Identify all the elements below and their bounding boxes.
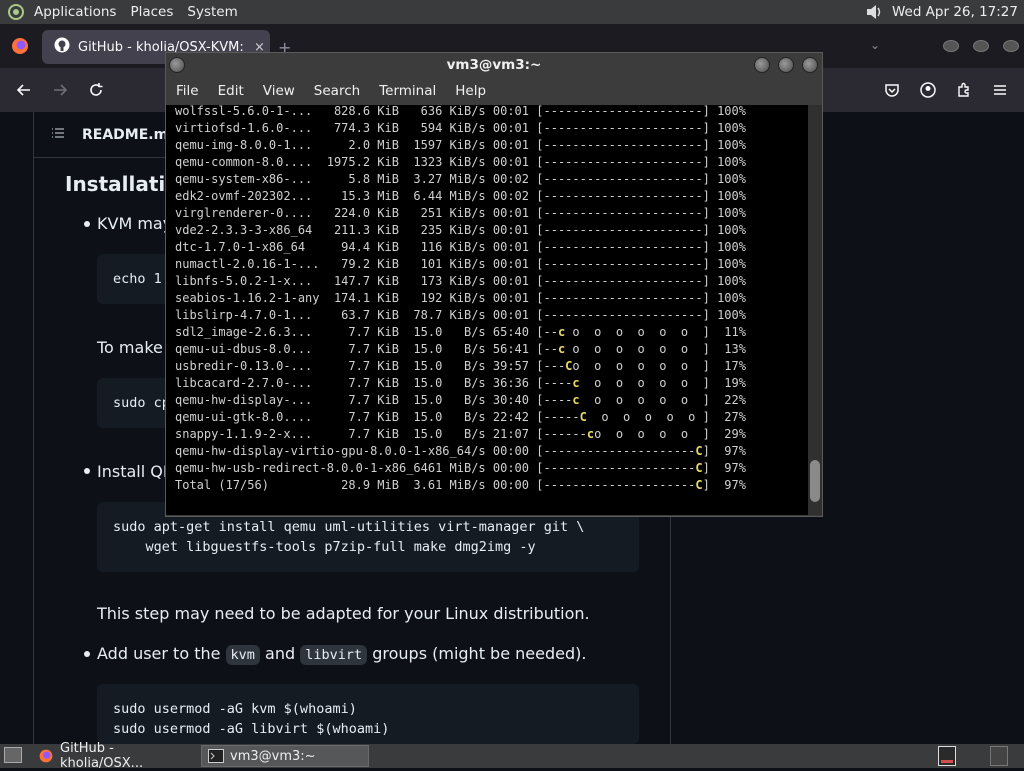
terminal-line: numactl-2.0.16-1-... 79.2 KiB 101 KiB/s … — [175, 257, 746, 271]
terminal-title: vm3@vm3:~ — [446, 57, 542, 73]
firefox-icon[interactable] — [10, 36, 30, 60]
bullet — [84, 221, 90, 227]
terminal-window-menu-button[interactable] — [169, 57, 185, 73]
terminal-menu-terminal[interactable]: Terminal — [379, 83, 436, 99]
firefox-icon — [38, 748, 54, 764]
libvirt-inline-code: libvirt — [300, 645, 368, 665]
kvm-inline-code: kvm — [225, 645, 260, 665]
terminal-line: qemu-hw-display-... 7.7 KiB 15.0 B/s 30:… — [175, 393, 746, 407]
back-arrow-icon[interactable] — [10, 76, 38, 104]
terminal-line: qemu-hw-display-virtio-gpu-8.0.0-1-x86_6… — [175, 444, 746, 458]
browser-maximize-button[interactable] — [973, 40, 989, 52]
terminal-window[interactable]: vm3@vm3:~ File Edit View Search Terminal… — [165, 52, 823, 517]
terminal-menu-help[interactable]: Help — [455, 83, 486, 99]
and-text: and — [265, 644, 296, 663]
terminal-line: qemu-ui-dbus-8.0... 7.7 KiB 15.0 B/s 56:… — [175, 342, 746, 356]
terminal-line: qemu-img-8.0.0-1... 2.0 MiB 1597 KiB/s 0… — [175, 138, 746, 152]
terminal-line: seabios-1.16.2-1-any 174.1 KiB 192 KiB/s… — [175, 291, 746, 305]
distro-logo-icon[interactable] — [5, 3, 27, 21]
terminal-maximize-button[interactable] — [778, 57, 794, 73]
bullet — [84, 468, 90, 474]
top-panel: Applications Places System Wed Apr 26, 1… — [0, 0, 1024, 24]
to-make-text: To make t — [97, 338, 175, 357]
terminal-line: edk2-ovmf-202302... 15.3 MiB 6.44 MiB/s … — [175, 189, 746, 203]
terminal-line: sdl2_image-2.6.3... 7.7 KiB 15.0 B/s 65:… — [175, 325, 746, 339]
terminal-output: wolfssl-5.6.0-1-... 828.6 KiB 636 KiB/s … — [175, 105, 746, 494]
groups-suffix: groups (might be needed). — [372, 644, 587, 663]
extensions-icon[interactable] — [950, 76, 978, 104]
outline-list-icon[interactable] — [50, 125, 66, 145]
terminal-menu-edit[interactable]: Edit — [218, 83, 244, 99]
trash-icon[interactable] — [990, 746, 1008, 766]
bullet — [84, 651, 90, 657]
terminal-close-button[interactable] — [802, 57, 818, 73]
terminal-screen[interactable]: wolfssl-5.6.0-1-... 828.6 KiB 636 KiB/s … — [166, 105, 808, 515]
terminal-menu-view[interactable]: View — [263, 83, 295, 99]
terminal-line: libcacard-2.7.0-... 7.7 KiB 15.0 B/s 36:… — [175, 376, 746, 390]
terminal-scrollbar[interactable] — [808, 105, 822, 515]
volume-icon[interactable] — [864, 3, 884, 21]
taskbar-item-firefox[interactable]: GitHub - kholia/OSX... — [32, 741, 200, 771]
terminal-line: libslirp-4.7.0-1... 63.7 KiB 78.7 KiB/s … — [175, 308, 746, 322]
terminal-line: qemu-system-x86-... 5.8 MiB 3.27 MiB/s 0… — [175, 172, 746, 186]
terminal-line: usbredir-0.13.0-... 7.7 KiB 15.0 B/s 39:… — [175, 359, 746, 373]
browser-minimize-button[interactable] — [943, 40, 959, 52]
taskbar-item-label: GitHub - kholia/OSX... — [60, 741, 144, 771]
terminal-menu-file[interactable]: File — [176, 83, 199, 99]
terminal-line: qemu-common-8.0.... 1975.2 KiB 1323 KiB/… — [175, 155, 746, 169]
terminal-minimize-button[interactable] — [754, 57, 770, 73]
taskbar-item-label: vm3@vm3:~ — [230, 748, 316, 764]
terminal-titlebar[interactable]: vm3@vm3:~ — [166, 53, 822, 77]
menu-applications[interactable]: Applications — [34, 4, 124, 20]
adapt-text: This step may need to be adapted for you… — [97, 604, 590, 623]
terminal-icon — [208, 749, 224, 763]
add-user-prefix: Add user to the — [97, 644, 221, 663]
forward-arrow-icon[interactable] — [46, 76, 74, 104]
terminal-line: qemu-hw-usb-redirect-8.0.0-1-x86_6461 Mi… — [175, 461, 746, 475]
terminal-line: libnfs-5.0.2-1-x... 147.7 KiB 173 KiB/s … — [175, 274, 746, 288]
kvm-text: KVM may — [97, 214, 173, 233]
tab-list-chevron-icon[interactable]: ⌄ — [870, 38, 880, 52]
code-block-usermod: sudo usermod -aG kvm $(whoami) sudo user… — [97, 684, 639, 744]
taskbar-item-terminal[interactable]: vm3@vm3:~ — [201, 745, 369, 767]
terminal-line: Total (17/56) 28.9 MiB 3.61 MiB/s 00:00 … — [175, 478, 746, 492]
terminal-line: wolfssl-5.6.0-1-... 828.6 KiB 636 KiB/s … — [175, 105, 746, 118]
bottom-taskbar: GitHub - kholia/OSX... vm3@vm3:~ — [0, 741, 1024, 771]
clock[interactable]: Wed Apr 26, 17:27 — [892, 4, 1018, 20]
readme-file-label[interactable]: README.md — [82, 127, 178, 143]
terminal-line: virglrenderer-0.... 224.0 KiB 251 KiB/s … — [175, 206, 746, 220]
pocket-icon[interactable] — [878, 76, 906, 104]
terminal-scroll-thumb[interactable] — [810, 460, 820, 502]
menu-system[interactable]: System — [187, 4, 245, 20]
show-desktop-icon[interactable] — [4, 747, 22, 763]
terminal-line: snappy-1.1.9-2-x... 7.7 KiB 15.0 B/s 21:… — [175, 427, 746, 441]
github-icon — [54, 37, 70, 57]
add-user-text: Add user to the kvm and libvirt groups (… — [97, 644, 587, 665]
hamburger-menu-icon[interactable] — [986, 76, 1014, 104]
reload-icon[interactable] — [82, 76, 110, 104]
terminal-line: virtiofsd-1.6.0-... 774.3 KiB 594 KiB/s … — [175, 121, 746, 135]
menu-places[interactable]: Places — [130, 4, 181, 20]
workspace-switcher-1[interactable] — [938, 746, 956, 766]
install-text: Install QE — [97, 462, 173, 481]
terminal-line: dtc-1.7.0-1-x86_64 94.4 KiB 116 KiB/s 00… — [175, 240, 746, 254]
terminal-line: qemu-ui-gtk-8.0.... 7.7 KiB 15.0 B/s 22:… — [175, 410, 746, 424]
terminal-menubar: File Edit View Search Terminal Help — [166, 77, 822, 105]
browser-close-button[interactable] — [1003, 40, 1019, 52]
terminal-menu-search[interactable]: Search — [314, 83, 360, 99]
terminal-line: vde2-2.3.3-3-x86_64 211.3 KiB 235 KiB/s … — [175, 223, 746, 237]
account-icon[interactable] — [914, 76, 942, 104]
